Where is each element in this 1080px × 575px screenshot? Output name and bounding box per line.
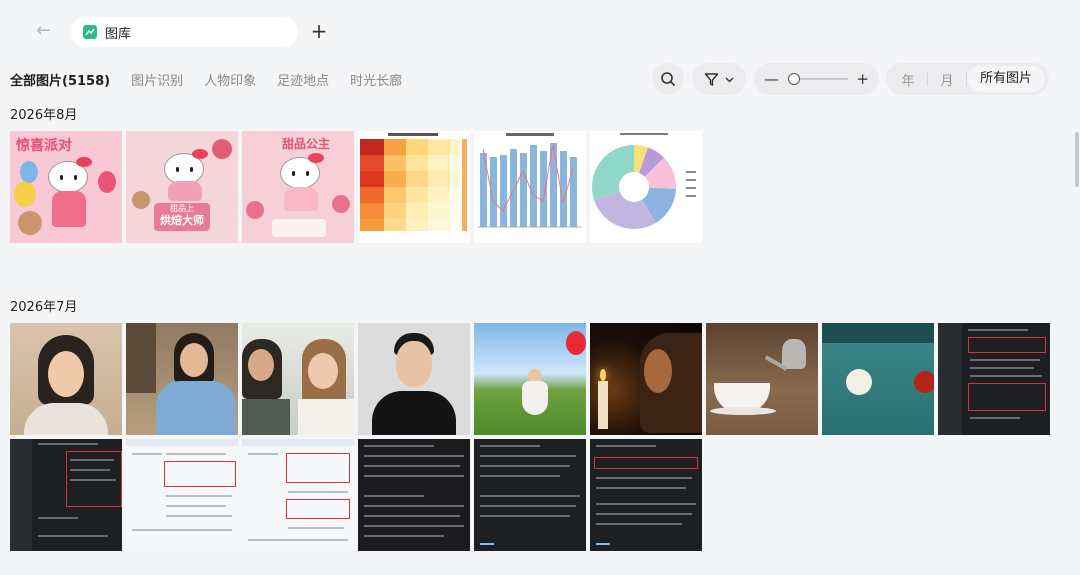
search-button[interactable]	[652, 63, 684, 95]
photo-thumbnail[interactable]: 甜品上 烘焙大师	[126, 131, 238, 243]
tab-gallery[interactable]: 图库	[71, 17, 298, 47]
photo-thumbnail[interactable]	[126, 439, 238, 551]
subtab-people[interactable]: 人物印象	[204, 70, 256, 89]
photo-thumbnail[interactable]: 甜品公主	[242, 131, 354, 243]
view-option-all[interactable]: 所有图片	[967, 66, 1045, 92]
photo-thumbnail[interactable]	[242, 439, 354, 551]
photo-thumbnail[interactable]	[474, 131, 586, 243]
photo-thumbnail[interactable]	[590, 131, 702, 243]
arrow-left-icon[interactable]: ←	[36, 22, 54, 40]
photo-thumbnail[interactable]: 惊喜派对	[10, 131, 122, 243]
subtab-image-recognition[interactable]: 图片识别	[131, 70, 183, 89]
subtab-places[interactable]: 足迹地点	[277, 70, 329, 89]
filter-icon	[704, 72, 719, 86]
thumbnail-text: 惊喜派对	[16, 138, 72, 154]
view-mode-selector: 年 月 所有图片	[886, 63, 1049, 95]
photo-thumbnail[interactable]	[358, 131, 470, 243]
filter-button[interactable]	[692, 63, 746, 95]
heatmap-image	[360, 133, 467, 231]
subtab-bar: 全部图片(5158) 图片识别 人物印象 足迹地点 时光长廊	[10, 70, 402, 89]
scrollbar[interactable]	[1075, 132, 1079, 187]
chevron-down-icon	[725, 77, 734, 82]
photo-thumbnail[interactable]	[474, 323, 586, 435]
gallery-icon	[83, 25, 97, 39]
photo-thumbnail[interactable]	[10, 323, 122, 435]
zoom-in-icon[interactable]: +	[856, 71, 869, 87]
photo-thumbnail[interactable]	[358, 439, 470, 551]
photo-thumbnail[interactable]	[474, 439, 586, 551]
photo-thumbnail[interactable]	[242, 323, 354, 435]
photo-thumbnail[interactable]	[10, 439, 122, 551]
donut-chart-image	[591, 133, 696, 229]
thumbnail-text: 甜品公主	[282, 137, 331, 151]
thumbnail-banner: 甜品上 烘焙大师	[154, 203, 210, 231]
search-icon	[661, 72, 676, 87]
tab-title: 图库	[105, 26, 132, 42]
photo-thumbnail[interactable]	[706, 323, 818, 435]
plus-icon[interactable]: +	[309, 20, 329, 42]
photo-thumbnail[interactable]	[938, 323, 1050, 435]
section-title: 2026年7月	[10, 300, 78, 315]
view-option-year[interactable]: 年	[889, 70, 927, 89]
photo-thumbnail[interactable]	[590, 323, 702, 435]
subtab-timeline[interactable]: 时光长廊	[350, 70, 402, 89]
zoom-slider-handle[interactable]	[787, 73, 800, 85]
bar-chart-image	[478, 133, 582, 228]
photo-thumbnail[interactable]	[822, 323, 934, 435]
photo-thumbnail[interactable]	[126, 323, 238, 435]
view-option-month[interactable]: 月	[928, 70, 966, 89]
zoom-control: — +	[754, 63, 879, 95]
photo-thumbnail[interactable]	[358, 323, 470, 435]
zoom-slider[interactable]	[787, 73, 848, 85]
subtab-all-photos[interactable]: 全部图片(5158)	[10, 70, 110, 89]
photo-thumbnail[interactable]	[590, 439, 702, 551]
section-title: 2026年8月	[10, 108, 78, 123]
zoom-out-icon[interactable]: —	[764, 71, 779, 87]
